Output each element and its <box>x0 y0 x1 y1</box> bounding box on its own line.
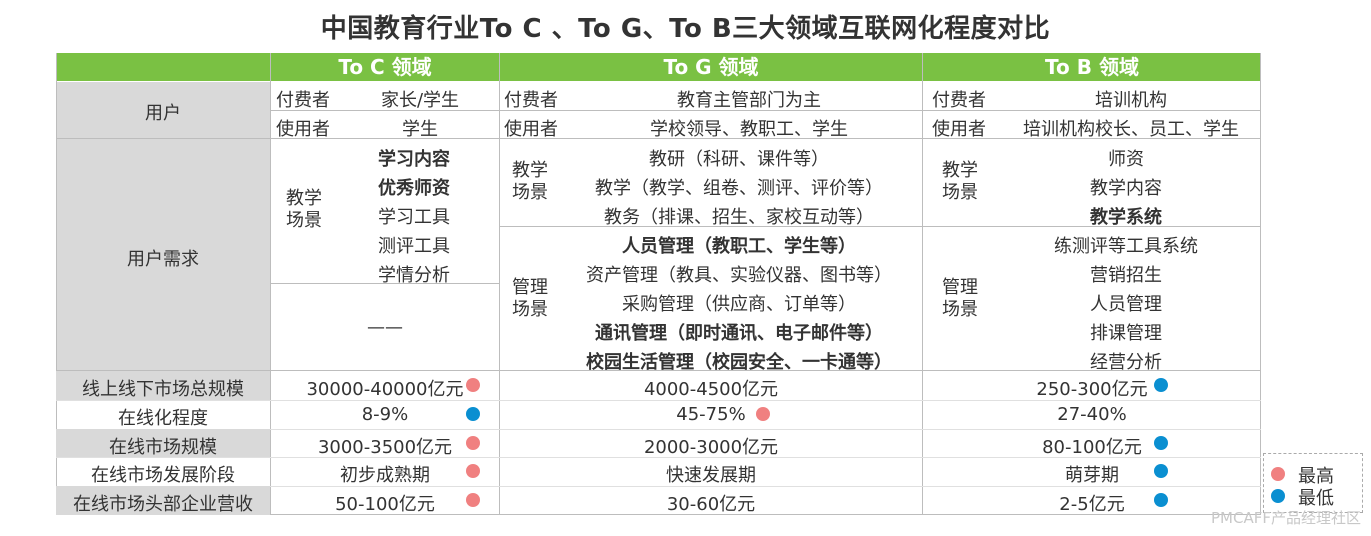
toc-management-dash: —— <box>367 317 403 338</box>
tog-teach-item: 教学（教学、组卷、测评、评价等） <box>595 178 883 199</box>
header-tob: To B 领域 <box>923 53 1261 81</box>
metric-row-divider <box>56 457 1261 459</box>
toc-teach-scene: 教学场景 <box>286 188 322 231</box>
toc-user-divider <box>271 110 499 111</box>
metric-value-toc: 50-100亿元 <box>335 494 435 516</box>
tob-mgmt-scene: 管理场景 <box>942 277 978 320</box>
toc-payer-value: 家长/学生 <box>380 90 460 111</box>
toc-payer-key: 付费者 <box>276 90 330 111</box>
metric-high-dot <box>466 378 480 392</box>
metric-value-tog: 30-60亿元 <box>666 494 756 516</box>
metric-high-dot <box>466 435 480 450</box>
metric-value-tob: 萌芽期 <box>1065 465 1119 487</box>
metric-low-dot <box>1154 378 1168 392</box>
metric-value-tob: 250-300亿元 <box>1036 379 1148 400</box>
tog-mgmt-scene: 管理场景 <box>512 277 548 320</box>
user-label: 用户 <box>145 103 181 124</box>
header-blank <box>56 53 270 81</box>
tog-needs-divider <box>500 226 922 227</box>
metric-label: 在线市场规模 <box>109 436 217 458</box>
metric-row-divider <box>56 399 1261 401</box>
metric-label: 在线市场头部企业营收 <box>73 494 253 516</box>
header-toc: To C 领域 <box>271 53 499 81</box>
tob-teach-item: 教学内容 <box>1090 178 1162 199</box>
user-row-bottom <box>56 138 1261 139</box>
tog-teach-scene: 教学场景 <box>512 160 548 203</box>
tog-mgmt-item: 人员管理（教职工、学生等） <box>622 236 856 257</box>
metric-value-toc: 8-9% <box>361 403 409 425</box>
needs-label: 用户需求 <box>127 249 199 270</box>
metric-label: 在线市场发展阶段 <box>91 465 235 487</box>
metric-low-dot <box>1154 435 1168 450</box>
metric-label: 在线化程度 <box>118 407 208 429</box>
metric-low-dot <box>466 406 480 421</box>
metric-value-tob: 27-40% <box>1057 403 1127 425</box>
legend-high-dot <box>1271 467 1285 481</box>
toc-need-item: 学习工具 <box>378 207 450 228</box>
tog-mgmt-item: 资产管理（教具、实验仪器、图书等） <box>586 265 892 286</box>
metric-value-tog: 2000-3000亿元 <box>643 436 779 458</box>
metric-value-tog: 快速发展期 <box>666 465 756 487</box>
metric-value-toc: 30000-40000亿元 <box>306 379 464 400</box>
tob-payer-value: 培训机构 <box>1095 90 1167 111</box>
watermark: PMCAFF产品经理社区 <box>1211 509 1361 527</box>
tob-mgmt-item: 人员管理 <box>1090 294 1162 315</box>
tob-teach-scene: 教学场景 <box>942 160 978 203</box>
legend: 最高 最低 <box>1263 453 1363 513</box>
toc-need-item: 优秀师资 <box>378 178 450 199</box>
metric-value-tob: 80-100亿元 <box>1042 436 1142 458</box>
tob-user-divider <box>923 110 1261 111</box>
toc-needs-divider <box>271 283 499 284</box>
metric-label: 线上线下市场总规模 <box>82 379 244 400</box>
toc-need-item: 测评工具 <box>378 236 450 257</box>
metric-value-toc: 初步成熟期 <box>340 465 430 487</box>
comparison-table: To C 领域 To G 领域 To B 领域 用户 付费者 家长/学生 使用者… <box>56 53 1261 515</box>
tob-needs-divider <box>923 226 1261 227</box>
tob-teach-item: 师资 <box>1108 149 1144 170</box>
tog-user-divider <box>500 110 922 111</box>
metric-value-tog: 45-75% <box>676 403 746 425</box>
tog-payer-value: 教育主管部门为主 <box>677 90 821 111</box>
page-title: 中国教育行业To C 、To G、To B三大领域互联网化程度对比 <box>320 14 1051 44</box>
tog-mgmt-item: 采购管理（供应商、订单等） <box>622 294 856 315</box>
tog-teach-item: 教研（科研、课件等） <box>649 149 829 170</box>
tob-mgmt-item: 营销招生 <box>1090 265 1162 286</box>
metric-value-tog: 4000-4500亿元 <box>643 379 779 400</box>
legend-low-dot <box>1271 489 1285 503</box>
header-tog: To G 领域 <box>500 53 922 81</box>
tob-mgmt-item: 练测评等工具系统 <box>1054 236 1198 257</box>
tog-mgmt-item: 通讯管理（即时通讯、电子邮件等） <box>595 323 883 344</box>
tob-payer-key: 付费者 <box>932 90 986 111</box>
metric-high-dot <box>756 406 770 421</box>
toc-need-item: 学习内容 <box>378 149 450 170</box>
metric-value-toc: 3000-3500亿元 <box>317 436 453 458</box>
tog-payer-key: 付费者 <box>504 90 558 111</box>
tob-mgmt-item: 排课管理 <box>1090 323 1162 344</box>
